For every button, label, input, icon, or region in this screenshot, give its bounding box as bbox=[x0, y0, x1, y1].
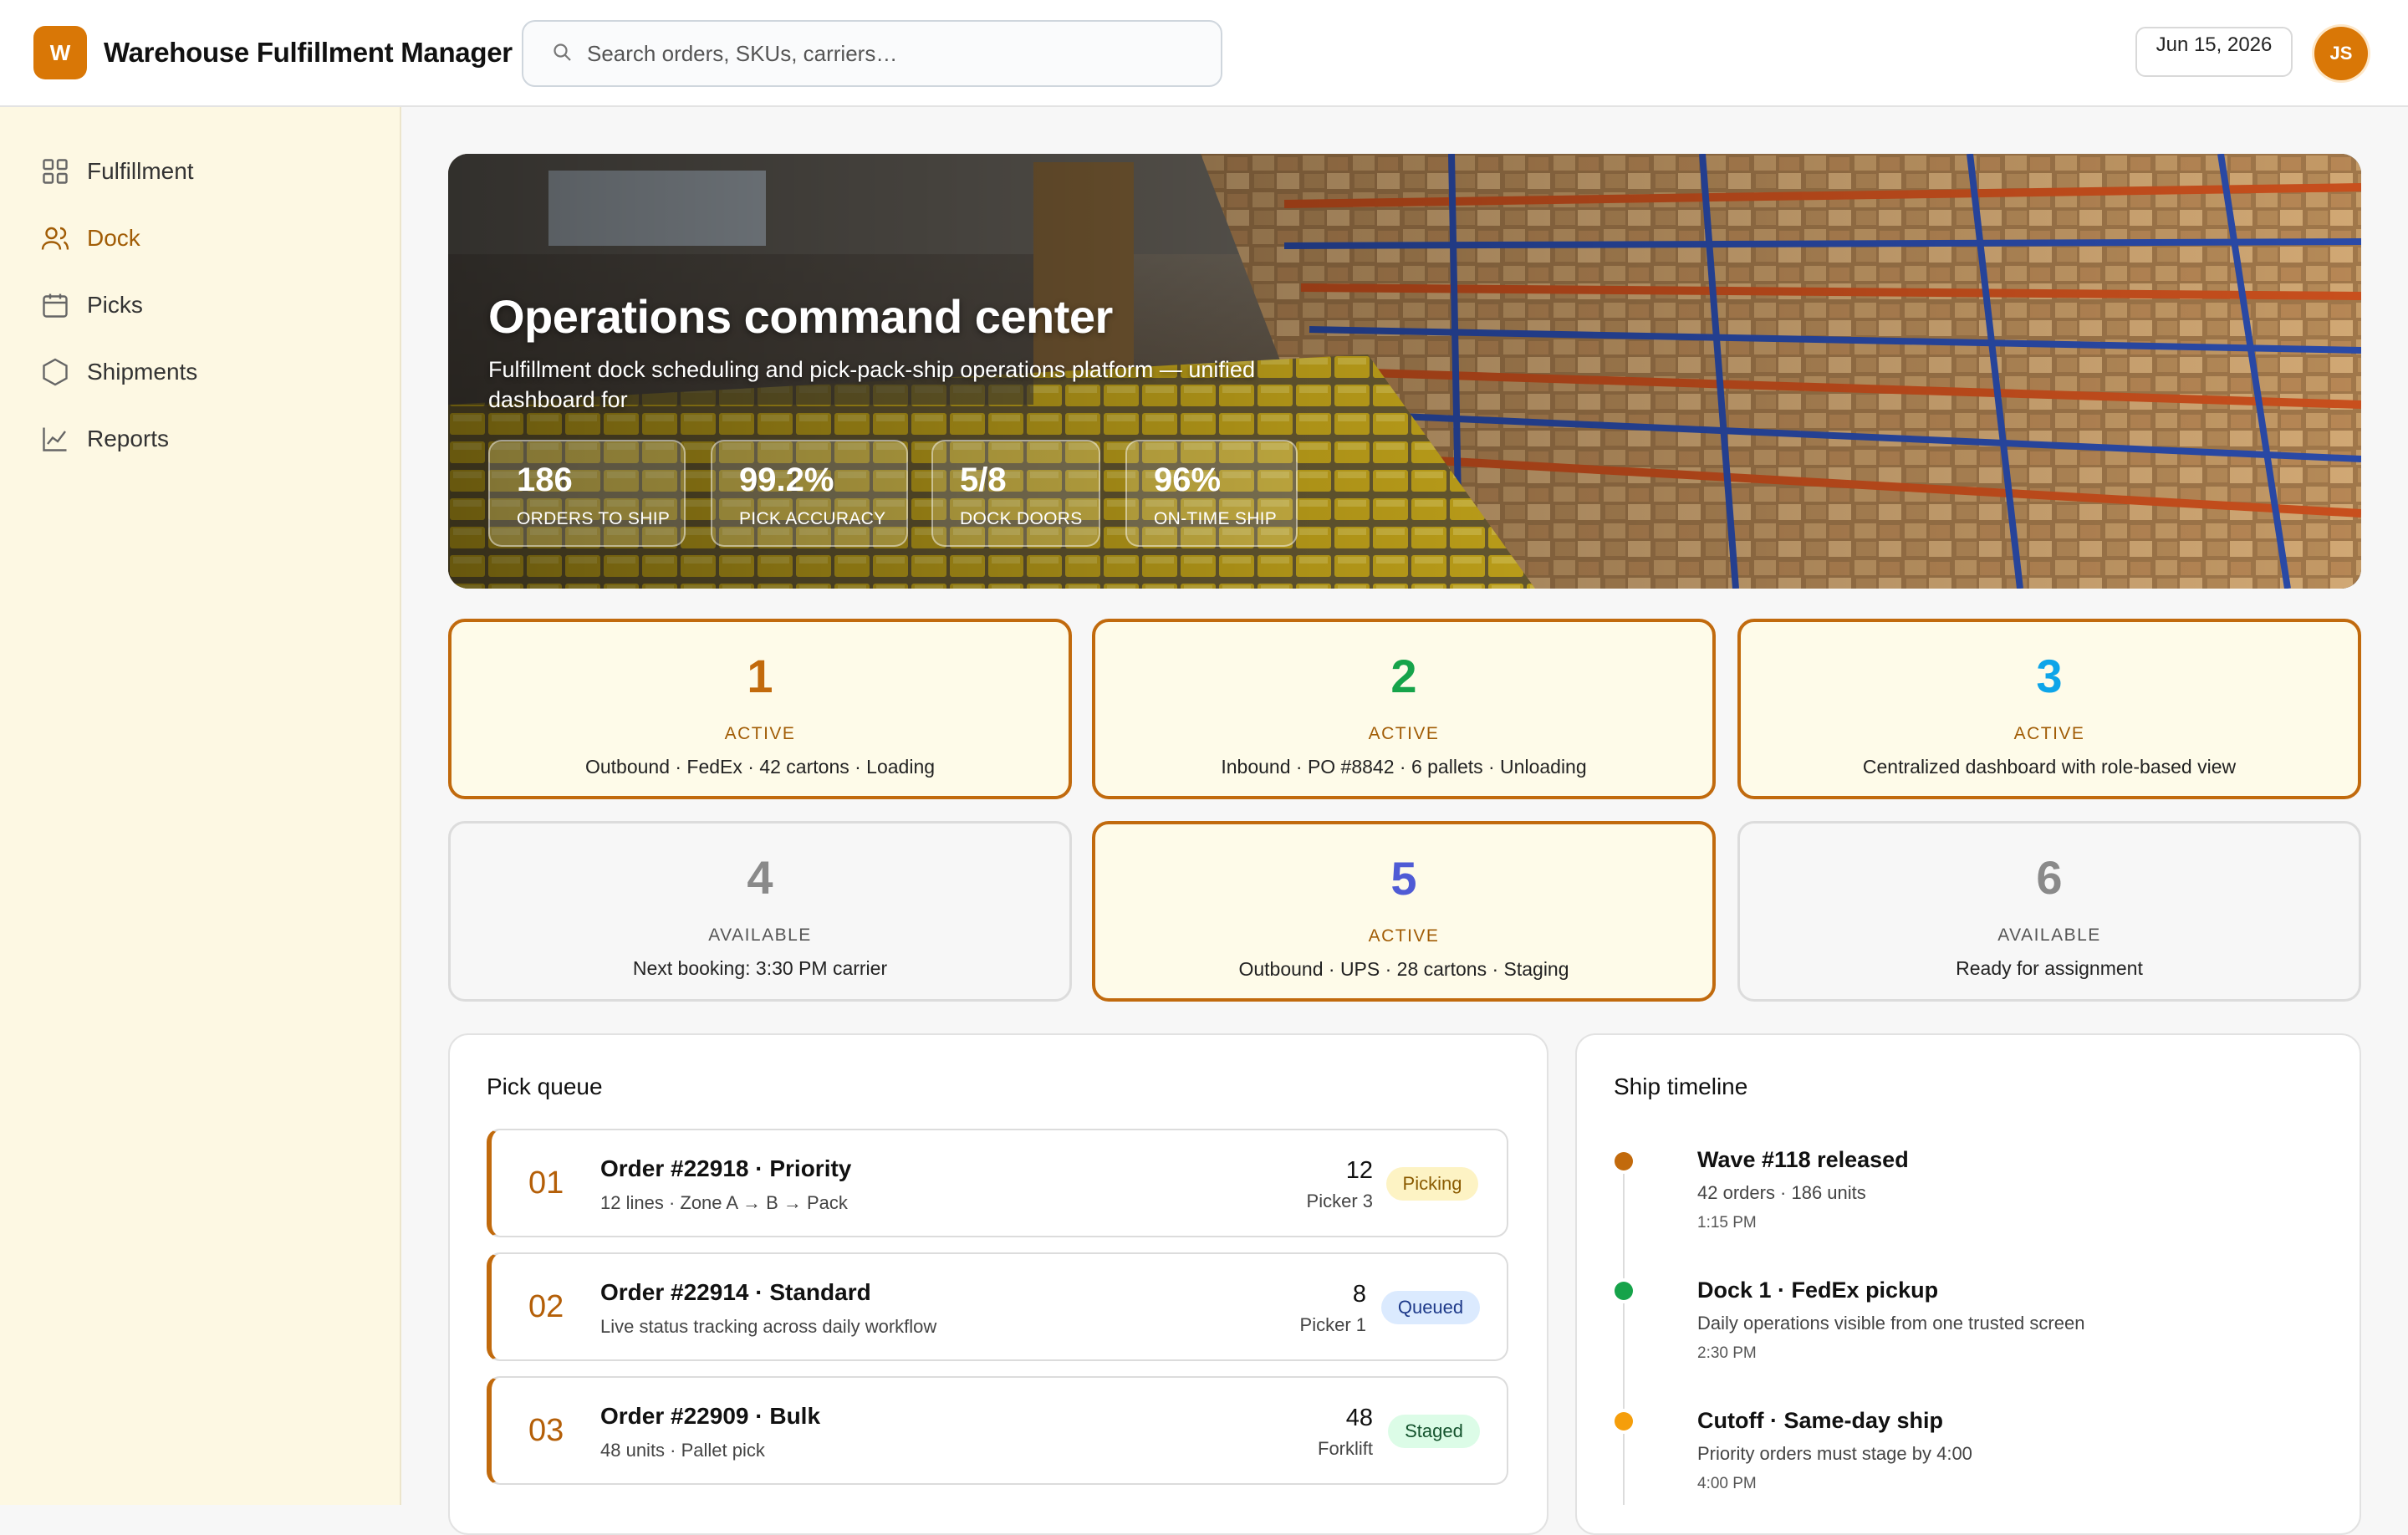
dock-number: 6 bbox=[2036, 851, 2063, 904]
dock-card-1[interactable]: 1 ACTIVE Outbound · FedEx · 42 cartons ·… bbox=[448, 619, 1072, 799]
stat-orders-to-ship: 186 ORDERS TO SHIP bbox=[488, 440, 686, 547]
assignee: Picker 3 bbox=[1306, 1191, 1373, 1211]
event-description: 42 orders · 186 units bbox=[1697, 1182, 1866, 1203]
status-badge: Queued bbox=[1381, 1291, 1480, 1324]
avatar[interactable]: JS bbox=[2314, 27, 2368, 80]
grid-icon bbox=[43, 159, 68, 184]
row-index: 03 bbox=[528, 1413, 564, 1448]
queue-row[interactable]: 01 Order #22918 · Priority 12 lines · Zo… bbox=[487, 1129, 1508, 1237]
dock-status: ACTIVE bbox=[1368, 926, 1440, 946]
dock-status: AVAILABLE bbox=[1997, 926, 2101, 945]
timeline-line bbox=[1623, 1162, 1625, 1505]
dock-status: AVAILABLE bbox=[708, 926, 812, 945]
dock-number: 3 bbox=[2036, 650, 2063, 702]
timeline-dot bbox=[1615, 1152, 1633, 1170]
users-icon bbox=[41, 227, 69, 250]
dock-card-5[interactable]: 5 ACTIVE Outbound · UPS · 28 cartons · S… bbox=[1092, 821, 1716, 1002]
panel-title: Pick queue bbox=[487, 1073, 603, 1099]
status-badge: Picking bbox=[1386, 1167, 1478, 1201]
calendar-icon bbox=[43, 293, 68, 318]
dock-number: 2 bbox=[1390, 650, 1417, 702]
stat-on-time-ship: 96% ON-TIME SHIP bbox=[1125, 440, 1298, 547]
sidebar-item-label: Dock bbox=[87, 225, 140, 251]
stat-value: 5/8 bbox=[960, 462, 1007, 498]
search-icon bbox=[554, 43, 571, 61]
dock-description: Centralized dashboard with role-based vi… bbox=[1862, 756, 2237, 778]
line-count: 8 bbox=[1352, 1281, 1366, 1308]
order-name: Order #22909 · Bulk bbox=[600, 1403, 821, 1429]
sidebar-item-dock[interactable]: Dock bbox=[0, 209, 401, 268]
stat-label: PICK ACCURACY bbox=[739, 509, 886, 528]
stat-label: ON-TIME SHIP bbox=[1154, 509, 1278, 528]
assignee: Forklift bbox=[1318, 1438, 1373, 1459]
event-time: 1:15 PM bbox=[1697, 1214, 1757, 1232]
queue-row[interactable]: 03 Order #22909 · Bulk 48 units · Pallet… bbox=[487, 1376, 1508, 1485]
dock-description: Next booking: 3:30 PM carrier bbox=[632, 957, 888, 979]
hero-title: Operations command center bbox=[488, 290, 1113, 343]
stat-value: 186 bbox=[517, 462, 573, 498]
hexagon-icon bbox=[43, 358, 68, 386]
event-title: Cutoff · Same-day ship bbox=[1697, 1408, 1944, 1433]
order-meta: 12 lines · Zone A → B → Pack bbox=[600, 1192, 848, 1213]
order-name: Order #22918 · Priority bbox=[600, 1155, 852, 1181]
sidebar: Fulfillment Dock Picks Shipments Reports bbox=[0, 107, 401, 1505]
dock-card-2[interactable]: 2 ACTIVE Inbound · PO #8842 · 6 pallets … bbox=[1092, 619, 1716, 799]
status-badge: Staged bbox=[1388, 1415, 1480, 1448]
event-title: Dock 1 · FedEx pickup bbox=[1697, 1277, 1939, 1303]
timeline-dot bbox=[1615, 1412, 1633, 1430]
sidebar-item-picks[interactable]: Picks bbox=[0, 276, 401, 334]
assignee: Picker 1 bbox=[1299, 1314, 1366, 1335]
line-chart-icon bbox=[43, 427, 67, 451]
dock-number: 4 bbox=[747, 851, 773, 904]
event-description: Daily operations visible from one truste… bbox=[1697, 1313, 2085, 1334]
sidebar-item-label: Fulfillment bbox=[87, 158, 194, 184]
panel-title: Ship timeline bbox=[1614, 1073, 1748, 1099]
dock-card-3[interactable]: 3 ACTIVE Centralized dashboard with role… bbox=[1737, 619, 2361, 799]
sidebar-item-label: Shipments bbox=[87, 359, 198, 385]
event-time: 4:00 PM bbox=[1697, 1475, 1757, 1492]
row-index: 02 bbox=[528, 1289, 564, 1324]
search-input[interactable] bbox=[522, 20, 1222, 87]
line-count: 48 bbox=[1345, 1405, 1373, 1431]
event-title: Wave #118 released bbox=[1697, 1147, 1909, 1172]
event-time: 2:30 PM bbox=[1697, 1344, 1757, 1362]
hero-subtitle: Fulfillment dock scheduling and pick-pac… bbox=[488, 357, 1255, 412]
order-meta: Live status tracking across daily workfl… bbox=[600, 1316, 937, 1337]
line-count: 12 bbox=[1345, 1157, 1373, 1184]
dock-status: ACTIVE bbox=[2013, 724, 2085, 743]
queue-row[interactable]: 02 Order #22914 · Standard Live status t… bbox=[487, 1252, 1508, 1361]
sidebar-item-reports[interactable]: Reports bbox=[0, 410, 401, 468]
dock-number: 1 bbox=[747, 650, 773, 702]
event-description: Priority orders must stage by 4:00 bbox=[1697, 1443, 1972, 1464]
dock-description: Outbound · FedEx · 42 cartons · Loading bbox=[584, 756, 936, 778]
stat-label: DOCK DOORS bbox=[960, 509, 1083, 528]
hero-banner: Operations command center Fulfillment do… bbox=[448, 154, 2361, 589]
pick-queue-panel: Pick queue 01 Order #22918 · Priority 12… bbox=[448, 1033, 1548, 1535]
dock-description: Outbound · UPS · 28 cartons · Staging bbox=[1238, 958, 1569, 980]
dock-number: 5 bbox=[1390, 852, 1417, 905]
dock-status: ACTIVE bbox=[1368, 724, 1440, 743]
sidebar-item-label: Reports bbox=[87, 426, 170, 451]
dock-card-4[interactable]: 4 AVAILABLE Next booking: 3:30 PM carrie… bbox=[448, 821, 1072, 1002]
dock-card-6[interactable]: 6 AVAILABLE Ready for assignment bbox=[1737, 821, 2361, 1002]
date-picker[interactable]: Jun 15, 2026 bbox=[2135, 27, 2293, 77]
order-name: Order #22914 · Standard bbox=[600, 1279, 871, 1305]
stat-value: 99.2% bbox=[739, 462, 834, 498]
timeline-dot bbox=[1615, 1282, 1633, 1300]
dock-description: Inbound · PO #8842 · 6 pallets · Unloadi… bbox=[1221, 756, 1587, 778]
stat-value: 96% bbox=[1154, 462, 1222, 498]
sidebar-item-fulfillment[interactable]: Fulfillment bbox=[0, 142, 401, 201]
sidebar-item-shipments[interactable]: Shipments bbox=[0, 343, 401, 401]
row-index: 01 bbox=[528, 1165, 564, 1201]
top-bar: W Warehouse Fulfillment Manager Jun 15, … bbox=[0, 0, 2408, 107]
stat-pick-accuracy: 99.2% PICK ACCURACY bbox=[711, 440, 908, 547]
dock-description: Ready for assignment bbox=[1956, 957, 2143, 979]
order-meta: 48 units · Pallet pick bbox=[600, 1440, 765, 1461]
app-logo[interactable]: W bbox=[33, 26, 87, 79]
stat-dock-doors: 5/8 DOCK DOORS bbox=[931, 440, 1100, 547]
app-title: Warehouse Fulfillment Manager bbox=[104, 37, 513, 68]
stat-label: ORDERS TO SHIP bbox=[517, 509, 671, 528]
dock-status: ACTIVE bbox=[724, 724, 796, 743]
sidebar-item-label: Picks bbox=[87, 292, 143, 318]
